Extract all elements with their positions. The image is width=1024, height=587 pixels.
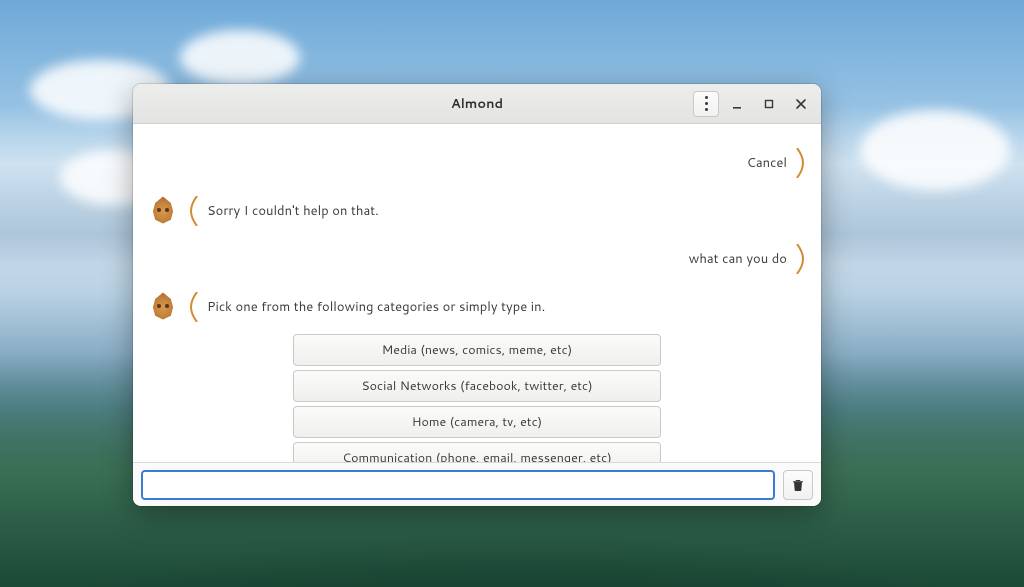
close-icon bbox=[795, 98, 807, 110]
chat-row-bot: Sorry I couldn't help on that. bbox=[149, 196, 805, 226]
app-window: Almond bbox=[133, 84, 821, 506]
bubble-tick-icon bbox=[795, 244, 805, 274]
user-message-text: Cancel bbox=[747, 148, 787, 178]
category-button-social[interactable]: Social Networks (facebook, twitter, etc) bbox=[293, 370, 661, 402]
message-input[interactable] bbox=[141, 470, 775, 500]
minimize-button[interactable] bbox=[723, 90, 751, 118]
chat-row-user: Cancel bbox=[149, 148, 805, 178]
minimize-icon bbox=[731, 98, 743, 110]
clear-button[interactable] bbox=[783, 470, 813, 500]
chat-scroll-area: Cancel Sorry I couldn't help on that. wh… bbox=[133, 124, 821, 462]
input-bar bbox=[133, 462, 821, 506]
bubble-tick-icon bbox=[189, 196, 199, 226]
menu-button[interactable] bbox=[693, 91, 719, 117]
category-button-list: Media (news, comics, meme, etc) Social N… bbox=[293, 334, 661, 462]
maximize-button[interactable] bbox=[755, 90, 783, 118]
category-button-home[interactable]: Home (camera, tv, etc) bbox=[293, 406, 661, 438]
bot-message-text: Sorry I couldn't help on that. bbox=[207, 196, 379, 226]
bubble-tick-icon bbox=[795, 148, 805, 178]
user-message-text: what can you do bbox=[689, 244, 787, 274]
close-button[interactable] bbox=[787, 90, 815, 118]
category-button-communication[interactable]: Communication (phone, email, messenger, … bbox=[293, 442, 661, 462]
bubble-tick-icon bbox=[189, 292, 199, 322]
chat-row-bot: Pick one from the following categories o… bbox=[149, 292, 805, 322]
almond-avatar-icon bbox=[149, 292, 177, 320]
maximize-icon bbox=[763, 98, 775, 110]
desktop-wallpaper: Almond bbox=[0, 0, 1024, 587]
chat-row-user: what can you do bbox=[149, 244, 805, 274]
titlebar: Almond bbox=[133, 84, 821, 124]
trash-icon bbox=[791, 478, 805, 492]
bot-message-text: Pick one from the following categories o… bbox=[207, 292, 545, 322]
kebab-icon bbox=[705, 96, 708, 111]
category-button-media[interactable]: Media (news, comics, meme, etc) bbox=[293, 334, 661, 366]
almond-avatar-icon bbox=[149, 196, 177, 224]
